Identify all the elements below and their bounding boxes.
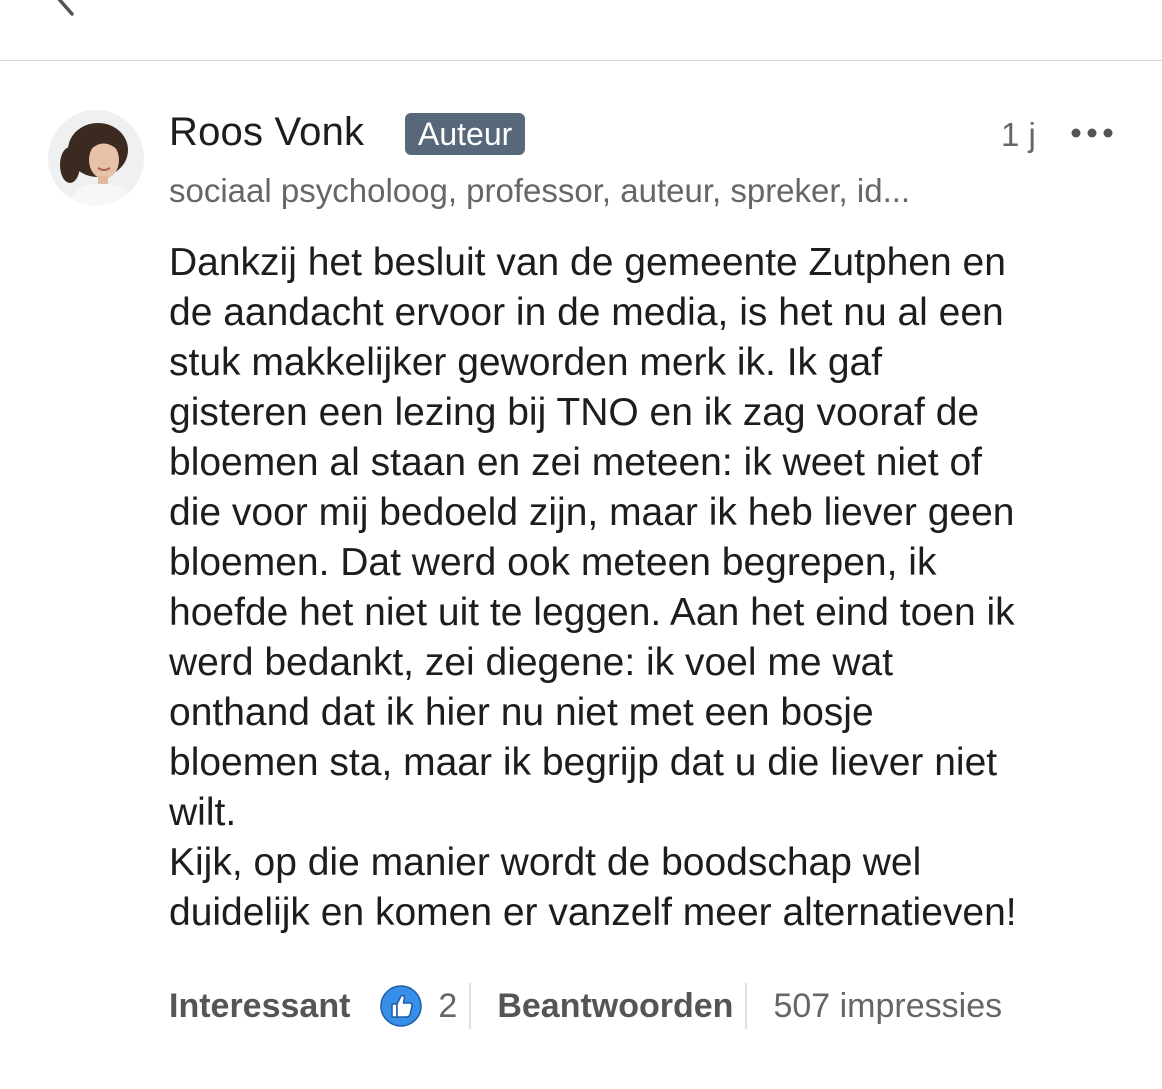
comment-line: bloemen. Dat werd ook meteen begrepen, i… <box>169 541 937 584</box>
comment-line: Kijk, op die manier wordt de boodschap w… <box>169 841 922 884</box>
author-name[interactable]: Roos Vonk <box>169 110 364 155</box>
more-dots-icon[interactable] <box>1066 118 1118 148</box>
comment-line: onthand dat ik hier nu niet met een bosj… <box>169 691 874 734</box>
timestamp: 1 j <box>1001 116 1036 153</box>
comment-body: Dankzij het besluit van de gemeente Zutp… <box>169 238 1144 938</box>
author-badge: Auteur <box>405 113 526 155</box>
avatar[interactable] <box>48 110 144 206</box>
comment-line: die voor mij bedoeld zijn, maar ik heb l… <box>169 491 1015 534</box>
comment-line: hoefde het niet uit te leggen. Aan het e… <box>169 591 1015 634</box>
top-bar <box>0 0 1162 61</box>
impressions-count[interactable]: 507 impressies <box>773 987 1002 1026</box>
divider <box>469 983 472 1029</box>
thumbs-up-icon[interactable] <box>380 985 423 1027</box>
reply-button[interactable]: Beantwoorden <box>497 987 733 1026</box>
comment-line: werd bedankt, zei diegene: ik voel me wa… <box>169 641 894 684</box>
comment-line: gisteren een lezing bij TNO en ik zag vo… <box>169 391 980 434</box>
like-button[interactable]: Interessant <box>169 987 350 1026</box>
divider <box>745 983 748 1029</box>
reaction-count[interactable]: 2 <box>438 987 457 1026</box>
comment-actions: Interessant 2 Beantwoorden 507 impressie… <box>169 980 1002 1032</box>
comment-line: bloemen al staan en zei meteen: ik weet … <box>169 441 982 484</box>
comment-line: wilt. <box>169 791 237 834</box>
avatar-photo <box>48 110 144 206</box>
comment-line: bloemen sta, maar ik begrijp dat u die l… <box>169 741 998 784</box>
author-headline: sociaal psycholoog, professor, auteur, s… <box>169 172 911 209</box>
comment-line: Dankzij het besluit van de gemeente Zutp… <box>169 241 1006 284</box>
comment-line: stuk makkelijker geworden merk ik. Ik ga… <box>169 341 883 384</box>
comment-line: de aandacht ervoor in de media, is het n… <box>169 291 1004 334</box>
back-chevron-icon[interactable] <box>46 0 86 18</box>
comment-line: duidelijk en komen er vanzelf meer alter… <box>169 891 1017 934</box>
